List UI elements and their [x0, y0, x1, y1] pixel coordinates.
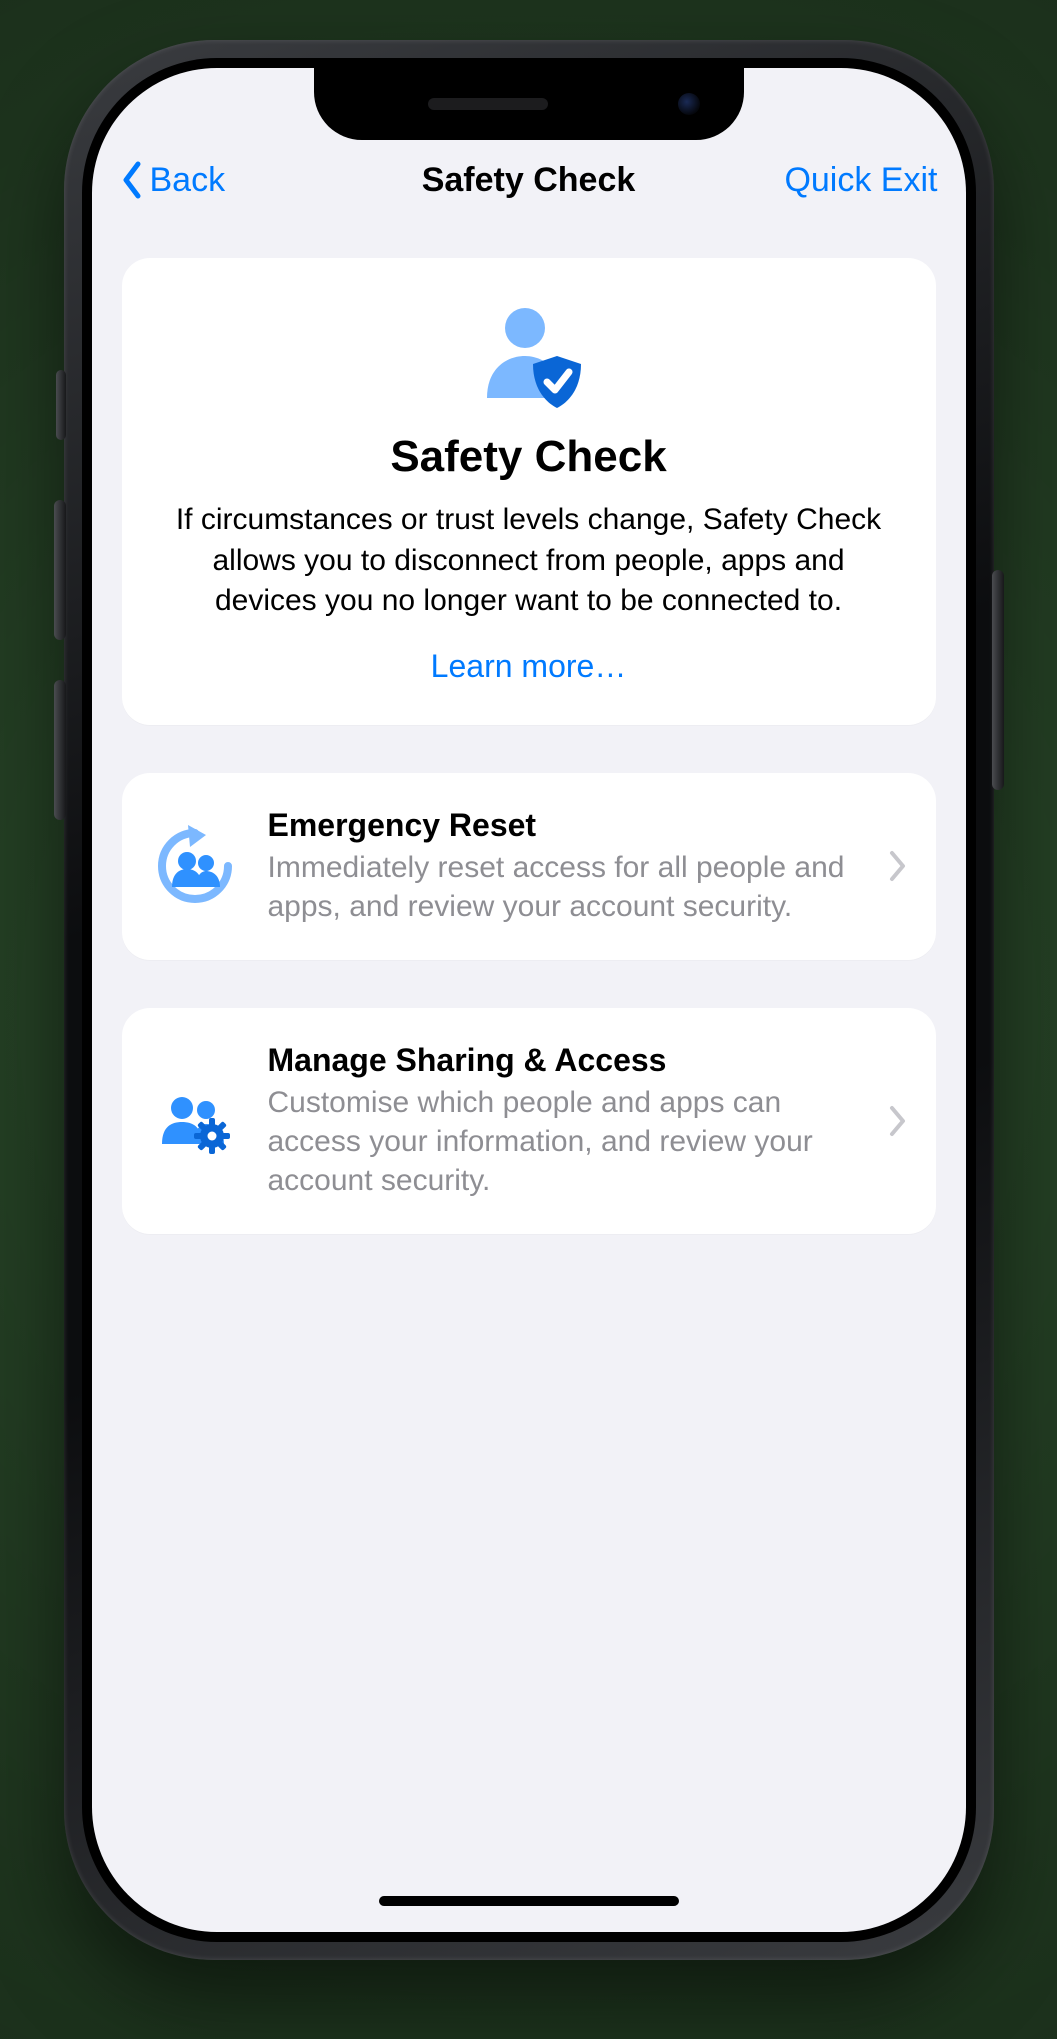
chevron-left-icon — [120, 160, 144, 200]
manage-sharing-title: Manage Sharing & Access — [268, 1042, 860, 1079]
quick-exit-button[interactable]: Quick Exit — [784, 161, 937, 200]
iphone-device-frame: Back Safety Check Quick Exit — [64, 40, 994, 1960]
safety-check-hero-card: Safety Check If circumstances or trust l… — [122, 258, 936, 725]
emergency-reset-row[interactable]: Emergency Reset Immediately reset access… — [122, 773, 936, 960]
screen: Back Safety Check Quick Exit — [92, 68, 966, 1932]
people-reset-icon — [150, 821, 240, 911]
home-indicator[interactable] — [379, 1896, 679, 1906]
hero-description: If circumstances or trust levels change,… — [169, 500, 889, 622]
manage-sharing-description: Customise which people and apps can acce… — [268, 1083, 860, 1200]
person-shield-check-icon — [469, 302, 589, 412]
mute-switch — [56, 370, 66, 440]
notch — [314, 68, 744, 140]
manage-sharing-row[interactable]: Manage Sharing & Access Customise which … — [122, 1008, 936, 1234]
quick-exit-label: Quick Exit — [784, 161, 937, 200]
manage-sharing-body: Manage Sharing & Access Customise which … — [268, 1042, 860, 1200]
front-camera — [678, 93, 700, 115]
page-title: Safety Check — [422, 161, 636, 200]
learn-more-link[interactable]: Learn more… — [431, 648, 627, 685]
back-button[interactable]: Back — [120, 160, 226, 200]
content-area: Safety Check If circumstances or trust l… — [92, 218, 966, 1234]
back-label: Back — [150, 161, 226, 200]
emergency-reset-body: Emergency Reset Immediately reset access… — [268, 807, 860, 926]
emergency-reset-description: Immediately reset access for all people … — [268, 848, 860, 926]
hero-title: Safety Check — [156, 432, 902, 482]
earpiece-speaker — [428, 98, 548, 110]
volume-up-button — [54, 500, 66, 640]
chevron-right-icon — [888, 849, 908, 883]
chevron-right-icon — [888, 1104, 908, 1138]
emergency-reset-title: Emergency Reset — [268, 807, 860, 844]
volume-down-button — [54, 680, 66, 820]
side-power-button — [992, 570, 1004, 790]
device-inner-bezel: Back Safety Check Quick Exit — [82, 58, 976, 1942]
people-gear-icon — [150, 1076, 240, 1166]
